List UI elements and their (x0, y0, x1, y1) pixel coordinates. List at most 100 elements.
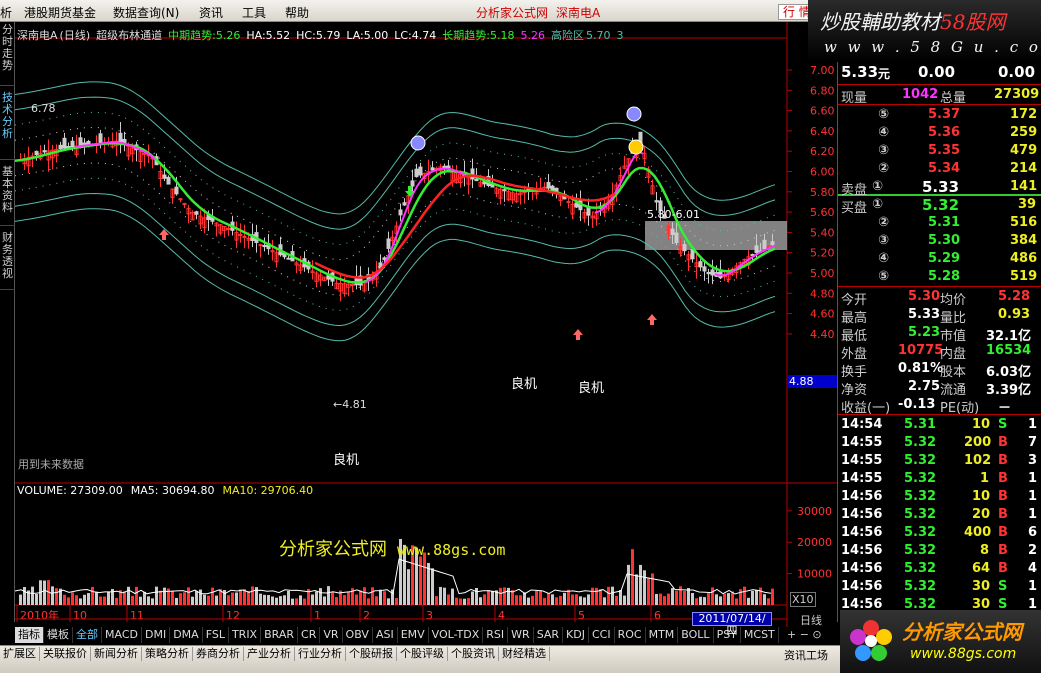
volume-bar (719, 596, 722, 605)
bottom-tab[interactable]: 个股研报 (346, 647, 397, 661)
price-tick-label: 6.60 (810, 105, 835, 118)
info-workshop-button[interactable]: 资讯工场 (784, 647, 828, 663)
indicator-tab[interactable]: RSI (483, 627, 509, 643)
indicator-tab[interactable]: 全部 (73, 627, 102, 643)
volume-bar (559, 595, 562, 605)
tick-bs: B (998, 471, 1008, 486)
tick-vol: 8 (980, 543, 990, 558)
ask-row: ⑤ 5.37 172 (838, 106, 1041, 124)
price-tick-label: 5.80 (810, 186, 835, 199)
indicator-tab[interactable]: CCI (589, 627, 615, 643)
menu-item-data-query[interactable]: 数据查询(N) (113, 4, 179, 21)
indicator-tab[interactable]: 指标 (15, 627, 44, 643)
indicator-tab[interactable]: MACD (102, 627, 142, 643)
tab-financials[interactable]: 财务透视 (0, 230, 15, 290)
volume-bar (175, 597, 178, 605)
period-label[interactable]: 日线 (800, 612, 822, 628)
volume-bar (235, 592, 238, 605)
indicator-tab[interactable]: CR (298, 627, 321, 643)
bottom-tab[interactable]: 扩展区 (0, 647, 40, 661)
volume-bar (579, 596, 582, 605)
stock-title: 深南电A (556, 6, 601, 20)
bottom-tab[interactable]: 产业分析 (244, 647, 295, 661)
stat-row: 净资 2.75 流通 3.39亿 (838, 378, 1041, 398)
tick-row: 14:56 5.32 400 B 6 (838, 524, 1041, 542)
volume-bar (515, 595, 518, 605)
volume-bar (271, 596, 274, 605)
candle-body (702, 266, 707, 272)
candle-body (78, 137, 83, 147)
tick-row: 14:56 5.32 30 S 1 (838, 578, 1041, 596)
indicator-tab[interactable]: BRAR (261, 627, 299, 643)
menu-item-news[interactable]: 资讯 (199, 4, 223, 21)
indicator-tab[interactable]: MCST (741, 627, 779, 643)
bid-price: 5.30 (928, 233, 961, 248)
indicator-tab[interactable]: BOLL (678, 627, 714, 643)
indicator-tab[interactable]: ASI (373, 627, 398, 643)
menu-item-hk-futures[interactable]: 港股期货基金 (24, 4, 96, 21)
volume-bar (587, 594, 590, 605)
header-period: (日线) (59, 29, 91, 42)
zoom-nav-buttons[interactable]: + − ⊙ (787, 628, 822, 641)
volume-bar (83, 594, 86, 605)
indicator-tab[interactable]: OBV (343, 627, 373, 643)
volume-bar (743, 586, 746, 605)
volume-bar (611, 586, 614, 605)
volume-bar (591, 587, 594, 605)
indicator-tab[interactable]: 模板 (44, 627, 73, 643)
buy1-level: ① (872, 197, 884, 212)
bottom-tab[interactable]: 财经精选 (499, 647, 550, 661)
candle-body (670, 228, 675, 235)
volume-bar (347, 592, 350, 605)
header-ha-value: 5.52 (265, 29, 291, 42)
candle-body (238, 233, 243, 236)
tick-count: 3 (1028, 453, 1038, 468)
stat-value: 16534 (986, 343, 1032, 358)
volume-bar (227, 595, 230, 605)
bottom-tab[interactable]: 个股资讯 (448, 647, 499, 661)
indicator-tab[interactable]: WR (508, 627, 534, 643)
price-tick-label: 4.40 (810, 328, 835, 341)
volume-bar (115, 597, 118, 605)
indicator-tab[interactable]: FSL (203, 627, 229, 643)
tab-technical[interactable]: 技术分析 (0, 90, 15, 160)
indicator-tab[interactable]: ROC (615, 627, 646, 643)
tick-time: 14:55 (841, 471, 883, 486)
date-tick-label: 3 (426, 609, 433, 622)
menu-item-help[interactable]: 帮助 (285, 4, 309, 21)
menu-item-analysis[interactable]: 析 (0, 4, 12, 21)
volume-bar (659, 593, 662, 605)
indicator-tab[interactable]: DMA (170, 627, 203, 643)
zoom-x10-button[interactable]: X10 (790, 592, 816, 607)
volume-bar (555, 597, 558, 605)
candle-body (418, 166, 423, 176)
volume-bar (71, 592, 74, 605)
indicator-tab[interactable]: VOL-TDX (429, 627, 484, 643)
watermark-mid-text: 分析家公式网 (279, 539, 387, 560)
volume-bar (703, 597, 706, 605)
bottom-tab[interactable]: 策略分析 (142, 647, 193, 661)
bottom-tab[interactable]: 个股评级 (397, 647, 448, 661)
tick-bs: B (998, 561, 1008, 576)
indicator-tab[interactable]: TRIX (229, 627, 262, 643)
tab-intraday[interactable]: 分时走势 (0, 22, 15, 86)
menu-item-tools[interactable]: 工具 (242, 4, 266, 21)
indicator-tab[interactable]: SAR (534, 627, 564, 643)
indicator-tab[interactable]: VR (320, 627, 343, 643)
tab-fundamentals[interactable]: 基本资料 (0, 164, 15, 226)
volume-bar (363, 587, 366, 605)
header-mid-trend-label: 中期趋势: (168, 29, 216, 42)
bid-row: ③ 5.30 384 (838, 232, 1041, 250)
tick-bs: S (998, 579, 1008, 594)
indicator-tab[interactable]: DMI (142, 627, 171, 643)
stat-value: 10775 (898, 343, 944, 358)
bottom-tab[interactable]: 新闻分析 (91, 647, 142, 661)
bottom-tab[interactable]: 关联报价 (40, 647, 91, 661)
indicator-tab[interactable]: KDJ (563, 627, 589, 643)
bottom-tab[interactable]: 券商分析 (193, 647, 244, 661)
indicator-tab[interactable]: EMV (398, 627, 429, 643)
indicator-tab[interactable]: MTM (646, 627, 679, 643)
bottom-tab[interactable]: 行业分析 (295, 647, 346, 661)
volume-bar (479, 597, 482, 605)
volume-bar (183, 592, 186, 605)
